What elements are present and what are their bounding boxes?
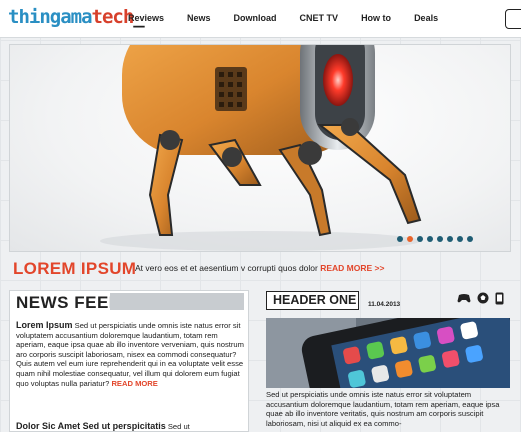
news-item-2: Dolor Sic Amet Sed ut perspicitatis Sed …: [16, 421, 246, 431]
slide-dot[interactable]: [417, 236, 423, 242]
slide-dot[interactable]: [437, 236, 443, 242]
featured-title[interactable]: HEADER ONE: [273, 293, 356, 307]
slide-indicators: [397, 236, 473, 242]
logo-part-thingama: thingama: [8, 6, 93, 28]
robot-image: [100, 45, 422, 251]
news-feed-title: NEWS FEED: [16, 293, 122, 312]
gamepad-icon[interactable]: [457, 292, 471, 304]
news-item-1-read-more[interactable]: READ MORE: [111, 379, 157, 388]
soccer-ball-icon[interactable]: [477, 292, 489, 304]
hero-caption: LOREM IPSUM At vero eos et et aesentium …: [9, 256, 511, 280]
hero-read-more-link[interactable]: READ MORE >>: [320, 263, 384, 273]
hero-title: LOREM IPSUM: [13, 259, 137, 278]
main-nav: Reviews News Download CNET TV How to Dea…: [128, 13, 461, 23]
nav-deals[interactable]: Deals: [414, 13, 438, 23]
featured-header-box: HEADER ONE: [266, 291, 359, 310]
smartphone-photo: [266, 318, 510, 388]
hero-text: At vero eos et et aesentium v corrupti q…: [135, 263, 384, 273]
featured-text: Sed ut perspiciatis unde omnis iste natu…: [266, 390, 500, 428]
slide-dot-active[interactable]: [407, 236, 413, 242]
site-logo[interactable]: thingamatech_: [8, 6, 145, 28]
hero-description: At vero eos et et aesentium v corrupti q…: [135, 263, 318, 273]
news-item-2-text: Sed ut: [167, 422, 190, 431]
phone-icon[interactable]: [495, 292, 504, 305]
news-item-1-title[interactable]: Lorem Ipsum: [16, 320, 73, 330]
featured-phone-image[interactable]: [266, 318, 510, 388]
slide-dot[interactable]: [447, 236, 453, 242]
top-navigation-bar: thingamatech_ Reviews News Download CNET…: [0, 0, 521, 38]
slide-dot[interactable]: [467, 236, 473, 242]
nav-cnet-tv[interactable]: CNET TV: [300, 13, 339, 23]
slide-dot[interactable]: [427, 236, 433, 242]
news-feed-panel: NEWS FEED Lorem Ipsum Sed ut perspiciati…: [9, 290, 249, 432]
nav-how-to[interactable]: How to: [361, 13, 391, 23]
nav-reviews[interactable]: Reviews: [128, 13, 164, 23]
news-feed-title-bar: [110, 293, 244, 310]
news-item-2-title[interactable]: Dolor Sic Amet Sed ut perspicitatis: [16, 421, 166, 431]
nav-news[interactable]: News: [187, 13, 211, 23]
category-icons: [457, 292, 504, 305]
featured-date: 11.04.2013: [368, 301, 401, 308]
menu-button[interactable]: [505, 9, 521, 29]
news-item-1: Lorem Ipsum Sed ut perspiciatis unde omn…: [16, 320, 246, 388]
nav-download[interactable]: Download: [234, 13, 277, 23]
hero-slider[interactable]: [9, 44, 511, 252]
slide-dot[interactable]: [397, 236, 403, 242]
slide-dot[interactable]: [457, 236, 463, 242]
